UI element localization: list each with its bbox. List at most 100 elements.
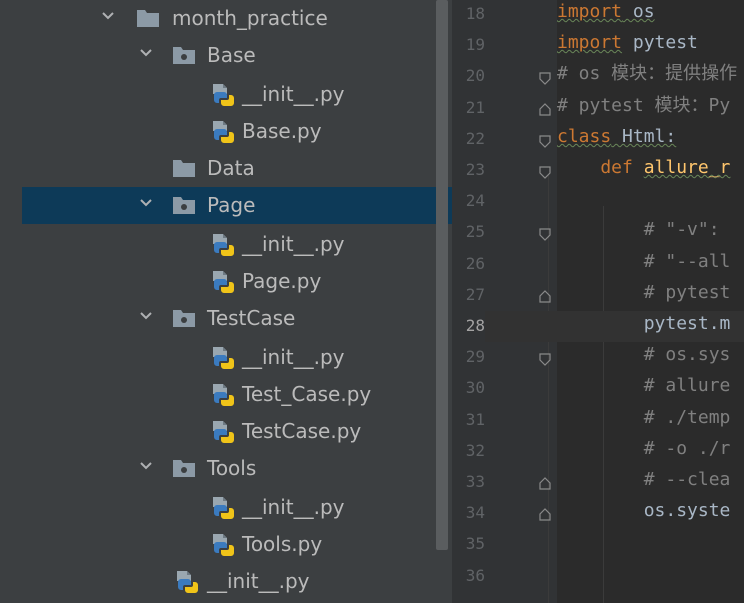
tree-item-label: Tools.py: [242, 532, 323, 556]
code-token: # --clea: [557, 469, 731, 490]
line-number: 36: [465, 565, 485, 585]
line-number: 20: [465, 66, 485, 86]
line-number: 30: [465, 378, 485, 398]
line-number: 27: [465, 284, 485, 304]
package-folder-icon: [172, 43, 196, 67]
code-token: import: [557, 1, 623, 22]
python-file-icon: [174, 569, 198, 593]
project-tree-scrollbar[interactable]: [436, 0, 448, 550]
package-folder-icon: [172, 193, 196, 217]
code-line: # pytest: [557, 281, 731, 312]
fold-marker-icon[interactable]: [538, 351, 552, 367]
line-number: 23: [465, 160, 485, 179]
line-number: 32: [465, 440, 485, 460]
code-line: class Html:: [557, 125, 676, 156]
code-line: # "--all: [557, 250, 731, 281]
tree-item-folder[interactable]: TestCase: [0, 300, 452, 337]
tree-item-file[interactable]: __init__.py: [0, 76, 452, 113]
python-file-icon: [210, 495, 234, 519]
code-token: Html:: [611, 125, 677, 147]
code-token: pytest: [622, 32, 698, 54]
project-tree-panel: month_practice Base __init__.py Base.py Data…: [0, 0, 452, 603]
tree-item-file[interactable]: __init__.py: [0, 226, 452, 263]
chevron-down-icon[interactable]: [138, 195, 154, 211]
code-token: pytest.m: [557, 313, 731, 334]
python-file-icon: [210, 419, 234, 443]
tree-item-label: __init__.py: [242, 82, 345, 106]
fold-marker-icon[interactable]: [538, 70, 552, 86]
code-token: os: [622, 1, 655, 22]
tree-item-folder[interactable]: month_practice: [0, 0, 452, 37]
tree-item-label: __init__.py: [242, 495, 345, 519]
package-folder-icon: [172, 456, 196, 480]
line-number: 26: [465, 253, 485, 273]
tree-item-label: month_practice: [172, 6, 328, 30]
tree-item-label: TestCase.py: [242, 419, 362, 443]
code-token: # "--all: [557, 250, 731, 272]
code-token: # ./temp: [557, 406, 731, 428]
line-number: 35: [465, 534, 485, 554]
code-line: import pytest: [557, 31, 698, 62]
chevron-down-icon[interactable]: [138, 458, 154, 474]
fold-marker-icon[interactable]: [538, 507, 552, 521]
package-folder-icon: [172, 306, 196, 330]
code-token: # "-v":: [557, 219, 720, 241]
tree-item-file[interactable]: __init__.py: [0, 563, 452, 600]
fold-marker-icon[interactable]: [538, 133, 552, 148]
code-line: # -o ./r: [557, 437, 731, 468]
chevron-down-icon[interactable]: [138, 308, 154, 324]
tree-item-label: Data: [207, 156, 255, 180]
tree-item-label: __init__.py: [242, 345, 345, 369]
code-line: import os: [557, 0, 655, 31]
code-line: # os 模块：提供操作: [557, 62, 737, 93]
tree-item-file[interactable]: __init__.py: [0, 489, 452, 526]
chevron-down-icon[interactable]: [138, 45, 154, 61]
python-file-icon: [210, 532, 234, 556]
tree-item-folder[interactable]: Page: [22, 187, 452, 224]
fold-marker-icon[interactable]: [538, 289, 552, 303]
tree-item-label: Base.py: [242, 119, 322, 143]
code-token: # os 模块：提供操作: [557, 63, 738, 85]
folder-icon: [172, 156, 196, 180]
code-token: def: [557, 157, 644, 178]
tree-item-label: TestCase: [207, 306, 296, 330]
python-file-icon: [210, 232, 234, 256]
chevron-down-icon[interactable]: [100, 8, 116, 24]
tree-item-folder[interactable]: Base: [0, 37, 452, 74]
python-file-icon: [210, 345, 234, 369]
tree-item-label: Base: [207, 43, 256, 67]
fold-marker-icon[interactable]: [538, 164, 552, 179]
tree-item-file[interactable]: __init__.py: [0, 339, 452, 376]
tree-item-file[interactable]: Page.py: [0, 263, 452, 300]
code-line: # pytest 模块：Py: [557, 94, 730, 125]
python-file-icon: [210, 82, 234, 106]
tree-item-label: Tools: [207, 456, 257, 480]
line-number: 25: [465, 222, 485, 242]
code-line: # allure: [557, 374, 731, 405]
fold-marker-icon[interactable]: [538, 476, 552, 490]
fold-marker-icon[interactable]: [538, 102, 552, 116]
tree-item-file[interactable]: Tools.py: [0, 526, 452, 563]
code-token: # os.sys: [557, 344, 731, 366]
code-line: # ./temp: [557, 406, 731, 437]
tree-item-file[interactable]: TestCase.py: [0, 413, 452, 450]
tree-item-file[interactable]: Base.py: [0, 113, 452, 150]
tree-item-folder[interactable]: Data: [0, 150, 452, 187]
tree-item-label: Page.py: [242, 269, 322, 293]
line-number: 34: [465, 503, 485, 523]
python-file-icon: [210, 269, 234, 293]
fold-marker-icon[interactable]: [538, 226, 552, 242]
tree-item-folder[interactable]: Tools: [0, 450, 452, 487]
tree-item-file[interactable]: Test_Case.py: [0, 376, 452, 413]
tree-item-label: __init__.py: [242, 232, 345, 256]
code-token: # -o ./r: [557, 437, 731, 459]
code-line: os.syste: [557, 499, 731, 530]
code-line: # os.sys: [557, 343, 731, 374]
python-file-icon: [210, 382, 234, 406]
code-token: # pytest 模块：Py: [557, 94, 731, 116]
line-number: 22: [465, 128, 485, 148]
code-token: import: [557, 32, 623, 54]
code-token: # pytest: [557, 281, 731, 303]
code-line: pytest.m: [557, 312, 731, 343]
folder-icon: [136, 6, 160, 30]
